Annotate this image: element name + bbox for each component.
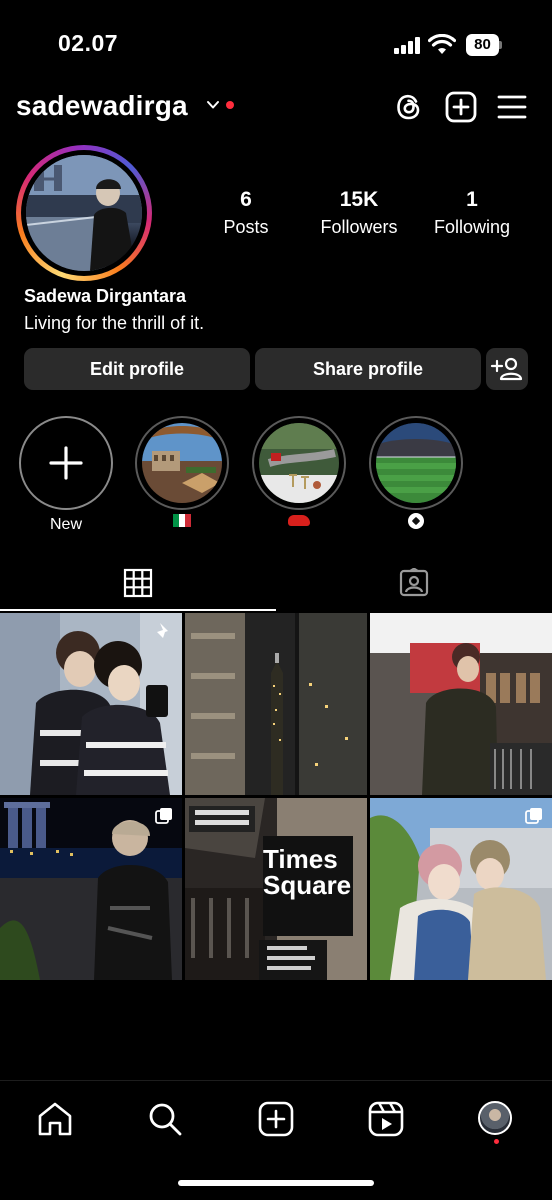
- multiple-photos-icon: [525, 808, 542, 824]
- threads-icon[interactable]: [392, 90, 426, 124]
- wifi-icon: [428, 34, 456, 54]
- following-count[interactable]: 1 Following: [412, 188, 532, 238]
- highlight-new[interactable]: New: [19, 416, 113, 534]
- chevron-down-icon[interactable]: [206, 98, 220, 112]
- discover-people-button[interactable]: [486, 348, 528, 390]
- plus-icon: [49, 446, 83, 480]
- account-username[interactable]: sadewadirga: [16, 90, 188, 122]
- highlight-cover: [142, 423, 222, 503]
- profile-photo: [26, 155, 142, 271]
- followers-count[interactable]: 15K Followers: [299, 188, 419, 238]
- stat-label: Following: [433, 217, 511, 237]
- grid-icon: [123, 568, 153, 598]
- posts-grid: Times Square: [0, 613, 552, 981]
- stat-value: 6: [240, 188, 252, 211]
- soccer-ball-icon: [408, 513, 424, 529]
- profile-header: sadewadirga: [0, 82, 552, 132]
- stat-label: Followers: [320, 217, 398, 237]
- post-thumbnail[interactable]: [370, 613, 552, 795]
- status-bar: 02.07 80: [0, 0, 552, 88]
- home-indicator: [178, 1180, 374, 1186]
- highlight-football[interactable]: [369, 416, 463, 534]
- stat-value: 1: [466, 188, 478, 211]
- post-thumbnail[interactable]: [185, 613, 367, 795]
- home-icon[interactable]: [35, 1099, 75, 1139]
- stat-value: 15K: [339, 188, 379, 211]
- tagged-icon: [399, 568, 429, 597]
- profile-avatar[interactable]: [478, 1101, 512, 1135]
- tab-tagged[interactable]: [276, 560, 552, 612]
- bio-text: Living for the thrill of it.: [24, 313, 205, 333]
- highlight-cover: [259, 423, 339, 503]
- highlight-italy[interactable]: [135, 416, 229, 532]
- stat-label: Posts: [223, 217, 269, 237]
- red-car-icon: [288, 515, 310, 526]
- status-time: 02.07: [58, 30, 119, 56]
- post-thumbnail[interactable]: [370, 798, 552, 980]
- edit-profile-button[interactable]: Edit profile: [24, 348, 250, 390]
- create-post-icon[interactable]: [444, 90, 478, 124]
- multiple-photos-icon: [155, 808, 172, 824]
- notification-dot: [226, 101, 234, 109]
- share-profile-button[interactable]: Share profile: [255, 348, 481, 390]
- active-tab-indicator: [0, 609, 276, 611]
- search-icon[interactable]: [145, 1099, 185, 1139]
- highlight-label: New: [49, 516, 82, 533]
- battery-level: 80: [466, 34, 499, 56]
- posts-count[interactable]: 6 Posts: [186, 188, 306, 238]
- times-square-sign: Times Square: [263, 844, 352, 900]
- profile-picture[interactable]: [16, 145, 152, 281]
- highlight-racing[interactable]: [252, 416, 346, 531]
- italy-flag-icon: [173, 514, 191, 527]
- add-person-icon: [490, 357, 523, 381]
- cellular-signal-icon: [394, 36, 422, 54]
- tab-posts-grid[interactable]: [0, 560, 276, 612]
- battery-icon: 80: [466, 34, 502, 56]
- create-icon[interactable]: [256, 1099, 296, 1139]
- highlight-cover: [376, 423, 456, 503]
- post-thumbnail[interactable]: [0, 613, 182, 795]
- full-name: Sadewa Dirgantara: [24, 286, 187, 306]
- notification-dot: [494, 1139, 499, 1144]
- reels-icon[interactable]: [366, 1099, 406, 1139]
- menu-icon[interactable]: [495, 90, 529, 124]
- post-thumbnail[interactable]: [0, 798, 182, 980]
- post-thumbnail[interactable]: Times Square: [185, 798, 367, 980]
- pin-icon: [157, 623, 168, 638]
